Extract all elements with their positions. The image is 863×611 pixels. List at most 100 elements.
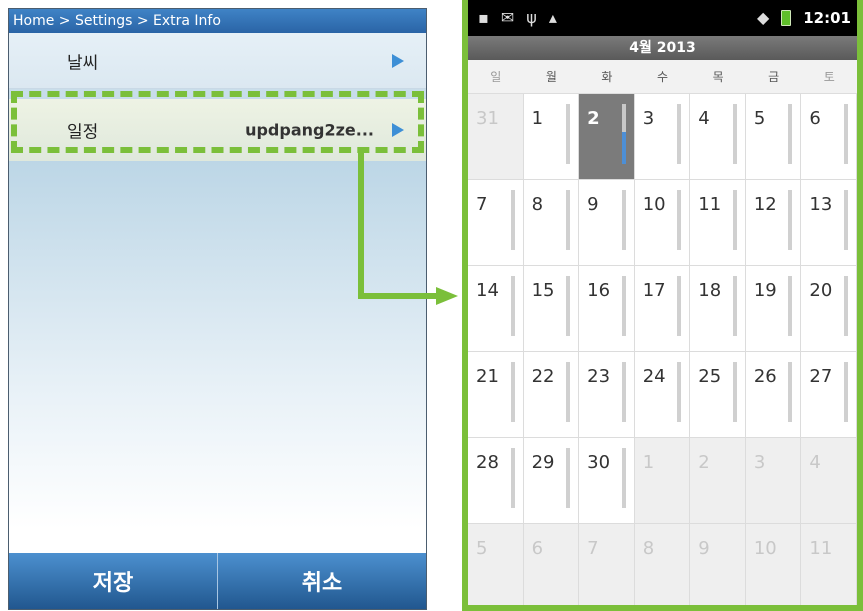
calendar-day[interactable]: 5 [745, 94, 802, 180]
calendar-day[interactable]: 6 [801, 94, 857, 180]
event-indicator [732, 362, 737, 422]
calendar-day[interactable]: 19 [745, 266, 802, 352]
bottom-action-bar: 저장 취소 [9, 553, 426, 609]
month-title[interactable]: 4월 2013 [468, 36, 857, 60]
calendar-day[interactable]: 8 [634, 524, 691, 605]
calendar-day[interactable]: 23 [579, 352, 635, 438]
day-number: 1 [531, 108, 544, 129]
event-indicator [621, 190, 626, 250]
calendar-day[interactable]: 7 [579, 524, 635, 605]
save-button[interactable]: 저장 [9, 553, 217, 609]
day-number: 18 [698, 280, 722, 301]
event-indicator [844, 104, 848, 164]
calendar-day[interactable]: 16 [579, 266, 635, 352]
event-indicator [732, 276, 737, 336]
calendar-day[interactable]: 5 [468, 524, 524, 605]
day-number: 11 [809, 538, 833, 559]
day-number: 6 [531, 538, 544, 559]
day-number: 3 [753, 452, 766, 473]
calendar-day[interactable]: 4 [801, 438, 857, 524]
calendar-day[interactable]: 14 [468, 266, 524, 352]
weather-row[interactable]: 날씨 [9, 33, 426, 89]
calendar-day[interactable]: 26 [745, 352, 802, 438]
day-number: 1 [642, 452, 655, 473]
calendar-day[interactable]: 17 [634, 266, 691, 352]
event-indicator [510, 190, 515, 250]
day-number: 20 [809, 280, 833, 301]
day-number: 7 [476, 194, 488, 215]
day-number: 28 [476, 452, 499, 473]
event-indicator [510, 448, 515, 508]
event-indicator [732, 190, 737, 250]
day-number: 12 [753, 194, 777, 215]
day-number: 17 [642, 280, 666, 301]
cancel-button[interactable]: 취소 [217, 553, 426, 609]
calendar-day[interactable]: 10 [634, 180, 691, 266]
calendar-day[interactable]: 3 [745, 438, 802, 524]
calendar-day[interactable]: 29 [523, 438, 580, 524]
calendar-day[interactable]: 9 [690, 524, 746, 605]
calendar-day[interactable]: 9 [579, 180, 635, 266]
day-number: 2 [698, 452, 710, 473]
event-indicator [621, 276, 626, 336]
calendar-day[interactable]: 27 [801, 352, 857, 438]
connector-line [358, 293, 438, 299]
connector-line [358, 150, 364, 299]
calendar-day[interactable]: 6 [523, 524, 580, 605]
day-number: 30 [587, 452, 611, 473]
calendar-day[interactable]: 15 [523, 266, 580, 352]
day-number: 10 [753, 538, 777, 559]
sim-card-icon: ▪ [478, 8, 489, 27]
calendar-day[interactable]: 7 [468, 180, 524, 266]
day-number: 9 [698, 538, 710, 559]
event-indicator [566, 190, 571, 250]
weekday-header: 일 월 화 수 목 금 토 [468, 60, 857, 94]
calendar-day[interactable]: 11 [801, 524, 857, 605]
calendar-day[interactable]: 22 [523, 352, 580, 438]
day-number: 4 [809, 452, 821, 473]
day-number: 9 [587, 194, 599, 215]
day-number: 10 [642, 194, 666, 215]
event-indicator [621, 362, 626, 422]
status-bar: ▪ ✉ ψ ▴ ◆ 12:01 [468, 0, 857, 36]
event-marker [621, 132, 626, 164]
calendar-day[interactable]: 2 [579, 94, 635, 180]
calendar-day[interactable]: 30 [579, 438, 635, 524]
calendar-day[interactable]: 20 [801, 266, 857, 352]
wifi-icon: ◆ [756, 8, 770, 27]
calendar-day[interactable]: 31 [468, 94, 524, 180]
calendar-day[interactable]: 1 [634, 438, 691, 524]
event-indicator [566, 276, 571, 336]
calendar-day[interactable]: 4 [690, 94, 746, 180]
day-number: 4 [698, 108, 710, 129]
day-number: 31 [476, 108, 499, 129]
event-indicator [844, 190, 848, 250]
day-number: 11 [698, 194, 722, 215]
event-indicator [677, 190, 682, 250]
weekday-label: 일 [490, 70, 502, 84]
weekday-label: 수 [657, 70, 669, 84]
calendar-day[interactable]: 28 [468, 438, 524, 524]
calendar-day[interactable]: 18 [690, 266, 746, 352]
event-indicator [677, 362, 682, 422]
event-indicator [677, 276, 682, 336]
calendar-day[interactable]: 3 [634, 94, 691, 180]
calendar-day[interactable]: 1 [523, 94, 580, 180]
calendar-day[interactable]: 10 [745, 524, 802, 605]
calendar-day[interactable]: 24 [634, 352, 691, 438]
calendar-day[interactable]: 13 [801, 180, 857, 266]
calendar-day[interactable]: 25 [690, 352, 746, 438]
calendar-day[interactable]: 12 [745, 180, 802, 266]
event-indicator [844, 276, 848, 336]
calendar-day[interactable]: 8 [523, 180, 580, 266]
event-indicator [844, 362, 848, 422]
calendar-day[interactable]: 11 [690, 180, 746, 266]
chevron-right-icon [392, 53, 404, 68]
weekday-label: 화 [601, 70, 613, 84]
calendar-day[interactable]: 21 [468, 352, 524, 438]
weekday-label: 토 [823, 70, 835, 84]
day-number: 23 [587, 366, 611, 387]
battery-icon [781, 10, 792, 26]
calendar-screen: ▪ ✉ ψ ▴ ◆ 12:01 4월 2013 일 월 화 수 목 금 토 31… [462, 0, 863, 611]
calendar-day[interactable]: 2 [690, 438, 746, 524]
